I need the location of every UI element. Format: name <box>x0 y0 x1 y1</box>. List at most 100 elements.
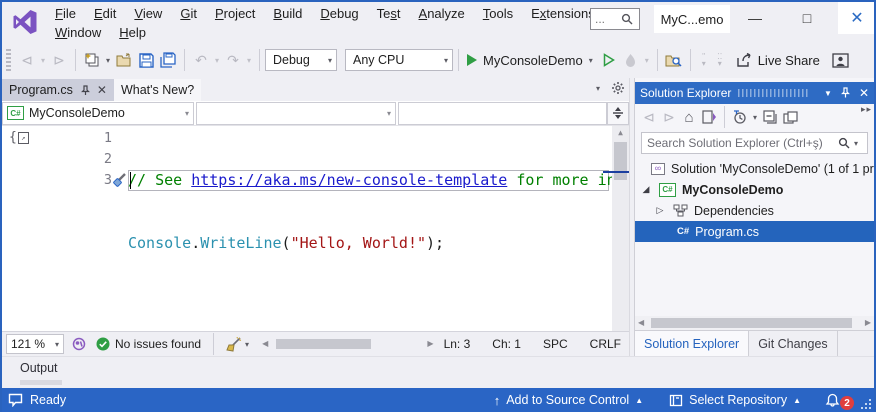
pending-changes-filter-icon[interactable] <box>730 105 750 129</box>
type-dropdown[interactable]: ▾ <box>196 102 396 125</box>
preview-selected-items-icon[interactable] <box>780 105 800 129</box>
undo-icon[interactable]: ↶ <box>190 48 212 72</box>
switch-views-icon[interactable] <box>699 105 719 129</box>
home-icon[interactable]: ⌂ <box>679 105 699 129</box>
navigate-back-dropdown[interactable]: ▾ <box>38 56 48 65</box>
gear-icon[interactable] <box>611 81 625 95</box>
start-without-debugging-icon[interactable] <box>598 48 620 72</box>
new-project-dropdown[interactable]: ▾ <box>103 56 113 65</box>
menu-git[interactable]: Git <box>171 6 206 21</box>
undo-dropdown[interactable]: ▾ <box>212 56 222 65</box>
menu-view[interactable]: View <box>125 6 171 21</box>
save-icon[interactable] <box>135 48 157 72</box>
line-indicator-icon[interactable]: ''▾ <box>696 53 712 67</box>
code-link[interactable]: https://aka.ms/new-console-template <box>191 171 507 189</box>
tree-item-solution[interactable]: ∞ Solution 'MyConsoleDemo' (1 of 1 proje… <box>635 158 874 179</box>
indent-guides-icon[interactable]: ⁚⁚▾ <box>712 53 728 67</box>
select-repository-button[interactable]: Select Repository ▲ <box>669 393 801 407</box>
open-folder-icon[interactable] <box>113 48 135 72</box>
tab-whats-new[interactable]: What's New? <box>114 79 201 101</box>
solution-explorer-titlebar[interactable]: Solution Explorer ▼ ✕ <box>635 82 874 104</box>
add-to-source-control-button[interactable]: ↑ Add to Source Control ▲ <box>494 393 643 408</box>
scroll-left-icon[interactable]: ◀ <box>638 318 644 327</box>
live-share-button[interactable]: Live Share <box>736 53 820 68</box>
editor-vertical-scrollbar[interactable]: ▲ <box>612 126 629 331</box>
quick-search-input[interactable] <box>595 12 621 26</box>
menu-test[interactable]: Test <box>368 6 410 21</box>
tab-git-changes[interactable]: Git Changes <box>749 331 837 356</box>
quick-search-box[interactable] <box>590 8 640 30</box>
pin-icon[interactable] <box>80 85 91 96</box>
menu-debug[interactable]: Debug <box>311 6 367 21</box>
zoom-level-combo[interactable]: 121 %▾ <box>6 334 64 354</box>
tree-item-program-cs[interactable]: C# Program.cs <box>635 221 874 242</box>
scroll-up-icon[interactable]: ▲ <box>612 128 629 137</box>
navigate-forward-icon[interactable]: ⊳ <box>48 48 70 72</box>
close-panel-icon[interactable]: ✕ <box>859 86 869 100</box>
se-horizontal-scrollbar[interactable]: ◀ ▶ <box>635 316 874 330</box>
tree-item-project[interactable]: ◢ C# MyConsoleDemo <box>635 179 874 200</box>
solution-search-box[interactable]: ▾ <box>641 132 868 154</box>
new-project-icon[interactable] <box>81 48 103 72</box>
active-files-dropdown[interactable]: ▾ <box>593 84 603 93</box>
redo-icon[interactable]: ↷ <box>222 48 244 72</box>
intellicode-icon[interactable] <box>72 337 86 351</box>
account-icon[interactable] <box>830 48 852 72</box>
maximize-button[interactable]: □ <box>788 2 826 34</box>
tab-solution-explorer[interactable]: Solution Explorer <box>635 331 749 356</box>
collapse-all-icon[interactable] <box>760 105 780 129</box>
se-back-icon[interactable]: ⊲ <box>639 105 659 129</box>
se-forward-icon[interactable]: ⊳ <box>659 105 679 129</box>
scrollbar-thumb[interactable] <box>276 339 371 349</box>
menu-window[interactable]: Window <box>46 25 110 40</box>
expand-arrow-icon[interactable]: ▷ <box>655 205 665 216</box>
scroll-left-icon[interactable]: ◀ <box>262 339 268 348</box>
resize-grip[interactable] <box>860 398 872 410</box>
line-ending-indicator[interactable]: CRLF <box>590 337 621 351</box>
scrollbar-thumb[interactable] <box>614 142 627 180</box>
close-tab-icon[interactable]: ✕ <box>97 83 107 97</box>
code-cleanup-icon[interactable] <box>226 337 242 352</box>
feedback-icon[interactable] <box>8 393 23 407</box>
close-button[interactable]: ✕ <box>838 2 876 34</box>
hot-reload-icon[interactable] <box>620 48 642 72</box>
menu-build[interactable]: Build <box>264 6 311 21</box>
code-line-2[interactable]: Console.WriteLine("Hello, World!"); <box>128 233 612 254</box>
tab-program-cs[interactable]: Program.cs ✕ <box>2 79 114 101</box>
run-target-dropdown[interactable]: ▾ <box>586 56 596 65</box>
tab-output[interactable]: Output <box>20 361 58 375</box>
spaces-indicator[interactable]: SPC <box>543 337 568 351</box>
member-dropdown[interactable] <box>398 102 607 125</box>
split-window-button[interactable] <box>607 102 629 125</box>
solution-search-input[interactable] <box>647 136 838 150</box>
start-debugging-button[interactable]: MyConsoleDemo ▾ <box>466 53 596 68</box>
solution-platform-combo[interactable]: Any CPU▾ <box>345 49 453 71</box>
code-cleanup-dropdown[interactable]: ▾ <box>242 340 252 349</box>
minimize-button[interactable]: — <box>736 2 774 34</box>
menu-edit[interactable]: Edit <box>85 6 125 21</box>
column-indicator[interactable]: Ch: 1 <box>492 337 521 351</box>
navigate-back-icon[interactable]: ⊲ <box>16 48 38 72</box>
quick-actions-icon[interactable] <box>112 172 127 187</box>
redo-dropdown[interactable]: ▾ <box>244 56 254 65</box>
toolbar-overflow-icon[interactable]: ▸▸ <box>861 104 872 115</box>
pin-icon[interactable] <box>840 87 851 99</box>
scroll-right-icon[interactable]: ▶ <box>427 339 433 348</box>
search-options-dropdown[interactable]: ▾ <box>850 139 862 148</box>
menu-help[interactable]: Help <box>110 25 155 40</box>
menu-analyze[interactable]: Analyze <box>410 6 474 21</box>
window-position-dropdown[interactable]: ▼ <box>824 89 832 98</box>
document-health-indicator[interactable]: No issues found <box>96 337 201 351</box>
code-editor[interactable]: {↗ 1 2 3 // See https://aka.ms/new-conso… <box>2 126 629 331</box>
collapse-arrow-icon[interactable]: ◢ <box>641 184 651 195</box>
menu-project[interactable]: Project <box>206 6 264 21</box>
code-line-3[interactable] <box>128 296 612 317</box>
menu-file[interactable]: File <box>46 6 85 21</box>
editor-horizontal-scrollbar[interactable]: ◀ ▶ <box>262 337 434 351</box>
project-dropdown[interactable]: C# MyConsoleDemo ▾ <box>2 102 194 125</box>
tree-item-dependencies[interactable]: ▷ Dependencies <box>635 200 874 221</box>
find-in-files-icon[interactable] <box>663 48 685 72</box>
panel-drag-grip[interactable] <box>738 89 809 97</box>
notifications-button[interactable]: 2 <box>825 390 854 410</box>
code-content[interactable]: // See https://aka.ms/new-console-templa… <box>128 128 612 331</box>
